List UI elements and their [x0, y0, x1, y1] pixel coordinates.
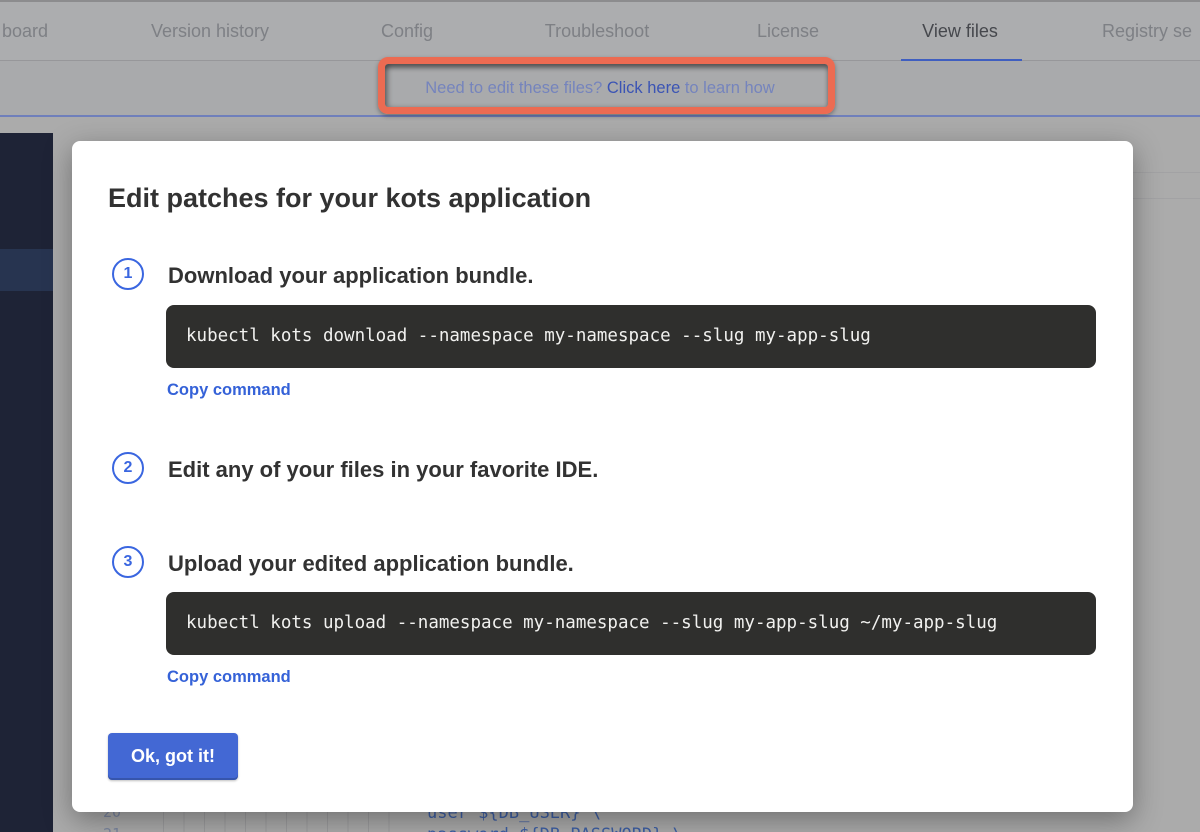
- step-3-number-badge: 3: [112, 546, 144, 578]
- download-command-block: kubectl kots download --namespace my-nam…: [166, 305, 1096, 368]
- tab-version-history[interactable]: Version history: [151, 2, 269, 61]
- tab-registry-settings-partial[interactable]: Registry se: [1102, 2, 1192, 61]
- step-2-number-badge: 2: [112, 452, 144, 484]
- step-1-number-badge: 1: [112, 258, 144, 290]
- tab-troubleshoot[interactable]: Troubleshoot: [545, 2, 649, 61]
- tab-config[interactable]: Config: [381, 2, 433, 61]
- step-1-heading: Download your application bundle.: [168, 260, 533, 292]
- tab-dashboard-partial[interactable]: board: [2, 2, 48, 61]
- edit-files-banner: Need to edit these files? Click here to …: [0, 61, 1200, 117]
- tab-view-files[interactable]: View files: [922, 2, 998, 61]
- step-3-heading: Upload your edited application bundle.: [168, 548, 574, 580]
- file-tree-sidebar: [0, 133, 53, 832]
- click-here-link[interactable]: Click here: [607, 79, 680, 97]
- copy-upload-command-link[interactable]: Copy command: [167, 668, 291, 687]
- banner-text-after: to learn how: [680, 79, 774, 97]
- line-number: 21: [103, 825, 121, 832]
- file-viewer-divider: [1133, 198, 1200, 199]
- kots-admin-screen: board Version history Config Troubleshoo…: [0, 0, 1200, 832]
- top-nav: board Version history Config Troubleshoo…: [0, 0, 1200, 61]
- file-viewer-divider: [1133, 172, 1200, 173]
- step-2-heading: Edit any of your files in your favorite …: [168, 454, 598, 486]
- upload-command-block: kubectl kots upload --namespace my-names…: [166, 592, 1096, 655]
- copy-download-command-link[interactable]: Copy command: [167, 381, 291, 400]
- edit-patches-modal: Edit patches for your kots application 1…: [72, 141, 1133, 812]
- banner-text-before: Need to edit these files?: [425, 79, 607, 97]
- tab-license[interactable]: License: [757, 2, 819, 61]
- file-tree-selected-row: [0, 249, 53, 291]
- editor-code-line-partial: password ${DB_PASSWORD} \: [427, 825, 683, 832]
- modal-title: Edit patches for your kots application: [108, 183, 591, 214]
- ok-got-it-button[interactable]: Ok, got it!: [108, 733, 238, 780]
